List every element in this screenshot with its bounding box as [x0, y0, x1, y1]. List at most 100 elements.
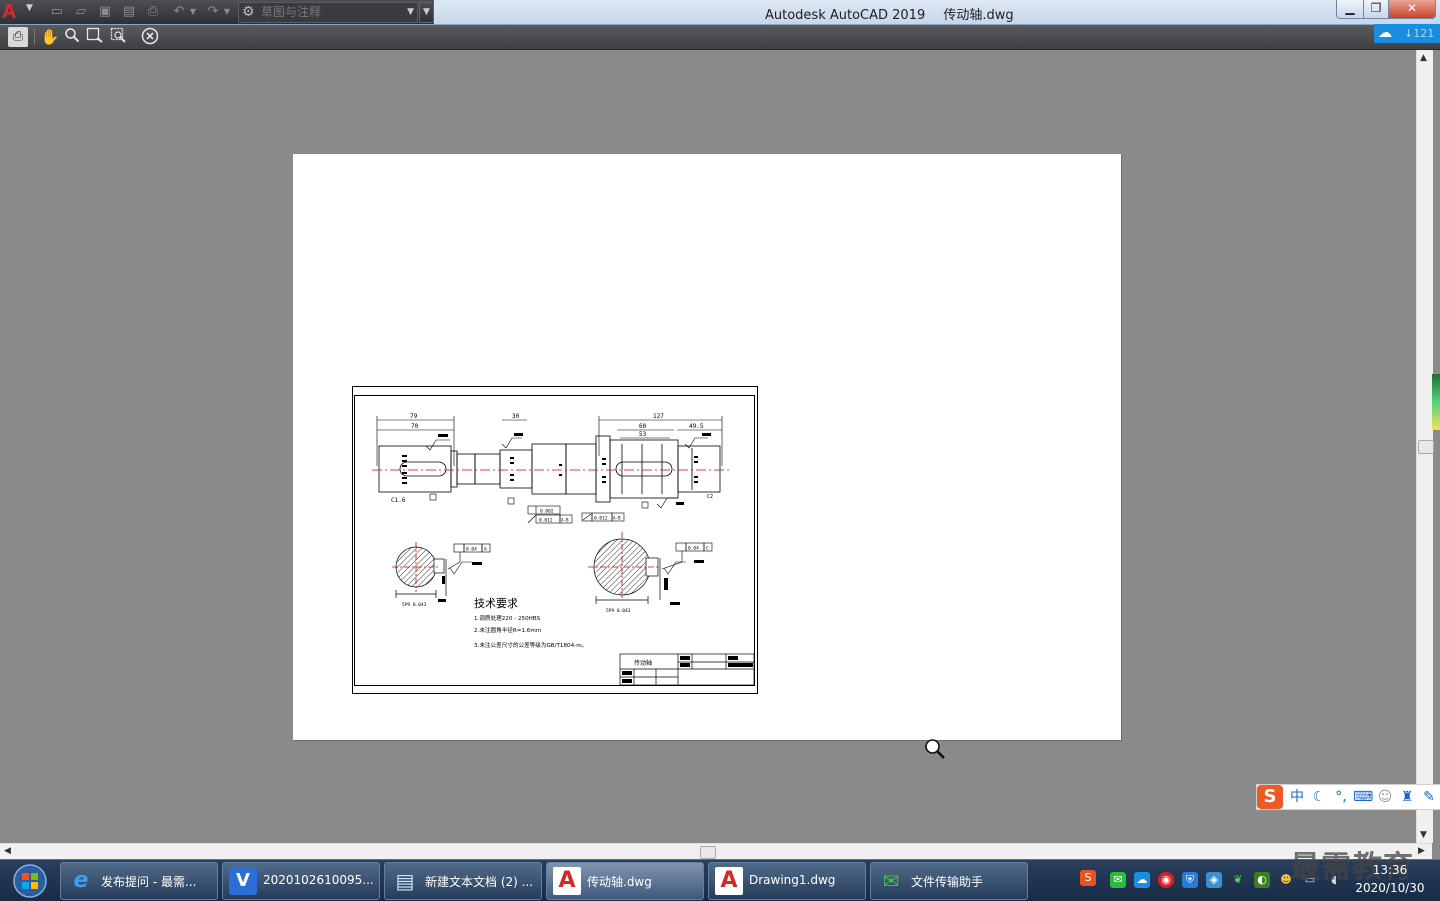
task-label: Drawing1.dwg	[749, 873, 836, 887]
chevron-down-icon: ▼	[407, 7, 414, 17]
document-app-icon: V	[229, 867, 257, 895]
ime-language-toggle[interactable]: 中	[1287, 787, 1307, 807]
tol-5-ref: C	[706, 546, 709, 552]
keyboard-icon[interactable]: ⌨	[1353, 787, 1373, 807]
minimize-button[interactable]: ▁	[1336, 0, 1364, 19]
autocad-icon: A	[715, 867, 743, 895]
section-b-marks	[664, 560, 704, 605]
zoom-window-icon[interactable]	[85, 27, 105, 47]
cloud-sync-badge[interactable]: ☁ ↓121	[1374, 24, 1440, 43]
toolbar-separator	[34, 29, 35, 45]
plot-icon[interactable]: ⎙	[144, 3, 162, 20]
vertical-scrollbar[interactable]: ▲ ▼	[1416, 50, 1434, 843]
task-label: 传动轴.dwg	[587, 875, 652, 889]
clock-date: 2020/10/30	[1355, 881, 1425, 895]
workspace-selector[interactable]: ⚙ 草图与注释 ▼	[238, 2, 418, 23]
shield-icon[interactable]: ⛨	[1182, 872, 1198, 888]
sogou-logo-icon[interactable]: S	[1257, 785, 1283, 809]
start-orb-icon[interactable]	[4, 862, 52, 900]
dim-60: 60	[639, 423, 647, 430]
roughness-symbols	[425, 437, 708, 509]
task-doc[interactable]: V 2020102610095...	[222, 862, 380, 900]
quick-access-toolbar: A ▼ ▭ ▱ ▣ ▤ ⎙ ↶ ▼ ↷ ▼ ⚙ 草图与注释 ▼ ▼	[0, 0, 434, 24]
pan-icon[interactable]: ✋	[40, 27, 60, 47]
cloud-count: ↓121	[1404, 27, 1435, 40]
section-a-marks	[438, 562, 482, 602]
close-preview-icon[interactable]	[140, 27, 160, 47]
datum-box-b	[507, 497, 515, 505]
nvidia-icon[interactable]: ◐	[1254, 872, 1270, 888]
section-b-tolerance	[661, 542, 713, 570]
punctuation-icon[interactable]: °,	[1331, 787, 1351, 807]
task-autocad-shaft[interactable]: A 传动轴.dwg	[546, 862, 704, 900]
undo-dropdown-icon[interactable]: ▼	[188, 3, 198, 20]
print-icon[interactable]: ⎙	[8, 27, 28, 47]
save-icon[interactable]: ▣	[96, 3, 114, 20]
wechat-tray-icon[interactable]: ✉	[1110, 872, 1126, 888]
cloud-tray-icon[interactable]: ☁	[1134, 872, 1150, 888]
task-ie[interactable]: e 发布提问 - 最需...	[60, 862, 218, 900]
cloud-icon: ☁	[1378, 25, 1392, 41]
customize-qat-icon[interactable]: ▼	[419, 2, 434, 23]
workspace-label: 草图与注释	[261, 5, 322, 19]
cloud-count-value: 121	[1413, 27, 1435, 40]
new-icon[interactable]: ▭	[48, 3, 66, 20]
redo-icon[interactable]: ↷	[204, 3, 222, 20]
scroll-down-icon[interactable]: ▼	[1420, 830, 1427, 840]
wrench-icon[interactable]: ✎	[1419, 787, 1439, 807]
task-wechat[interactable]: ✉ 文件传输助手	[870, 862, 1028, 900]
wechat-icon: ✉	[882, 869, 900, 893]
redo-dropdown-icon[interactable]: ▼	[222, 3, 232, 20]
ime-toolbar[interactable]: S 中 ☾ °, ⌨ ☺ ♜ ✎	[1256, 784, 1440, 810]
engineering-drawing: 79 70 30 127 60 53 49.5 C1.6 C2 0.002 0.…	[352, 386, 758, 694]
notepad-icon: ▤	[395, 869, 415, 893]
undo-icon[interactable]: ↶	[170, 3, 188, 20]
user-icon[interactable]: ☺	[1375, 787, 1395, 807]
gear-icon: ⚙	[242, 4, 255, 20]
moon-icon[interactable]: ☾	[1309, 787, 1329, 807]
box-tray-icon[interactable]: ◈	[1206, 872, 1222, 888]
open-icon[interactable]: ▱	[72, 3, 90, 20]
section-a-roughness	[449, 561, 472, 575]
maximize-button[interactable]: ❐	[1363, 0, 1389, 19]
paper-sheet: 79 70 30 127 60 53 49.5 C1.6 C2 0.002 0.…	[293, 154, 1121, 740]
scroll-up-icon[interactable]: ▲	[1420, 53, 1427, 63]
tech-title: 技术要求	[474, 597, 518, 610]
horizontal-scroll-thumb[interactable]	[700, 846, 716, 859]
horizontal-scrollbar[interactable]: ◀ ▶	[0, 843, 1432, 860]
skin-icon[interactable]: ♜	[1397, 787, 1417, 807]
section-b-roughness	[663, 561, 686, 575]
preview-toolbar: ⎙ ✋	[0, 25, 1440, 50]
dim-49-5: 49.5	[689, 423, 704, 430]
tech-line-1: 1.调质处理220 - 250HBS	[474, 614, 541, 622]
task-label: 新建文本文档 (2) ...	[425, 875, 534, 889]
task-notepad[interactable]: ▤ 新建文本文档 (2) ...	[384, 862, 542, 900]
tol-4-value: 0.04	[466, 547, 477, 553]
dimension-lines	[376, 416, 723, 466]
shaft-outline	[378, 435, 721, 503]
zoom-cursor-icon	[925, 739, 945, 759]
section-a-dim: 5P9 0.043	[402, 602, 427, 608]
chamfer-label: C1.6	[391, 497, 406, 504]
scroll-left-icon[interactable]: ◀	[4, 846, 11, 856]
autocad-logo-icon[interactable]: A	[2, 1, 24, 23]
close-button[interactable]: ✕	[1388, 0, 1436, 19]
vertical-scroll-thumb[interactable]	[1418, 440, 1434, 454]
save-as-icon[interactable]: ▤	[120, 3, 138, 20]
scroll-right-icon[interactable]: ▶	[1418, 846, 1425, 856]
preview-canvas[interactable]: 79 70 30 127 60 53 49.5 C1.6 C2 0.002 0.…	[0, 50, 1416, 843]
application-menu-dropdown-icon[interactable]: ▼	[26, 3, 33, 13]
zoom-original-icon[interactable]	[109, 27, 129, 47]
leaf-tray-icon[interactable]: ❦	[1230, 872, 1246, 888]
dim-127: 127	[653, 413, 664, 420]
tol-5-value: 0.04	[688, 546, 699, 552]
chamfer-right-label: C2	[707, 494, 713, 500]
tech-line-3: 3.未注公差尺寸的公差等级为GB/T1804-m。	[474, 641, 587, 649]
netease-tray-icon[interactable]: ◉	[1158, 872, 1174, 888]
zoom-icon[interactable]	[62, 27, 82, 47]
task-label: 发布提问 - 最需...	[101, 875, 197, 889]
task-autocad-drawing1[interactable]: A Drawing1.dwg	[708, 862, 866, 900]
dim-30: 30	[512, 413, 520, 420]
clock[interactable]: 13:36 2020/10/30	[1340, 861, 1440, 897]
sogou-tray-icon[interactable]: S	[1080, 870, 1096, 886]
